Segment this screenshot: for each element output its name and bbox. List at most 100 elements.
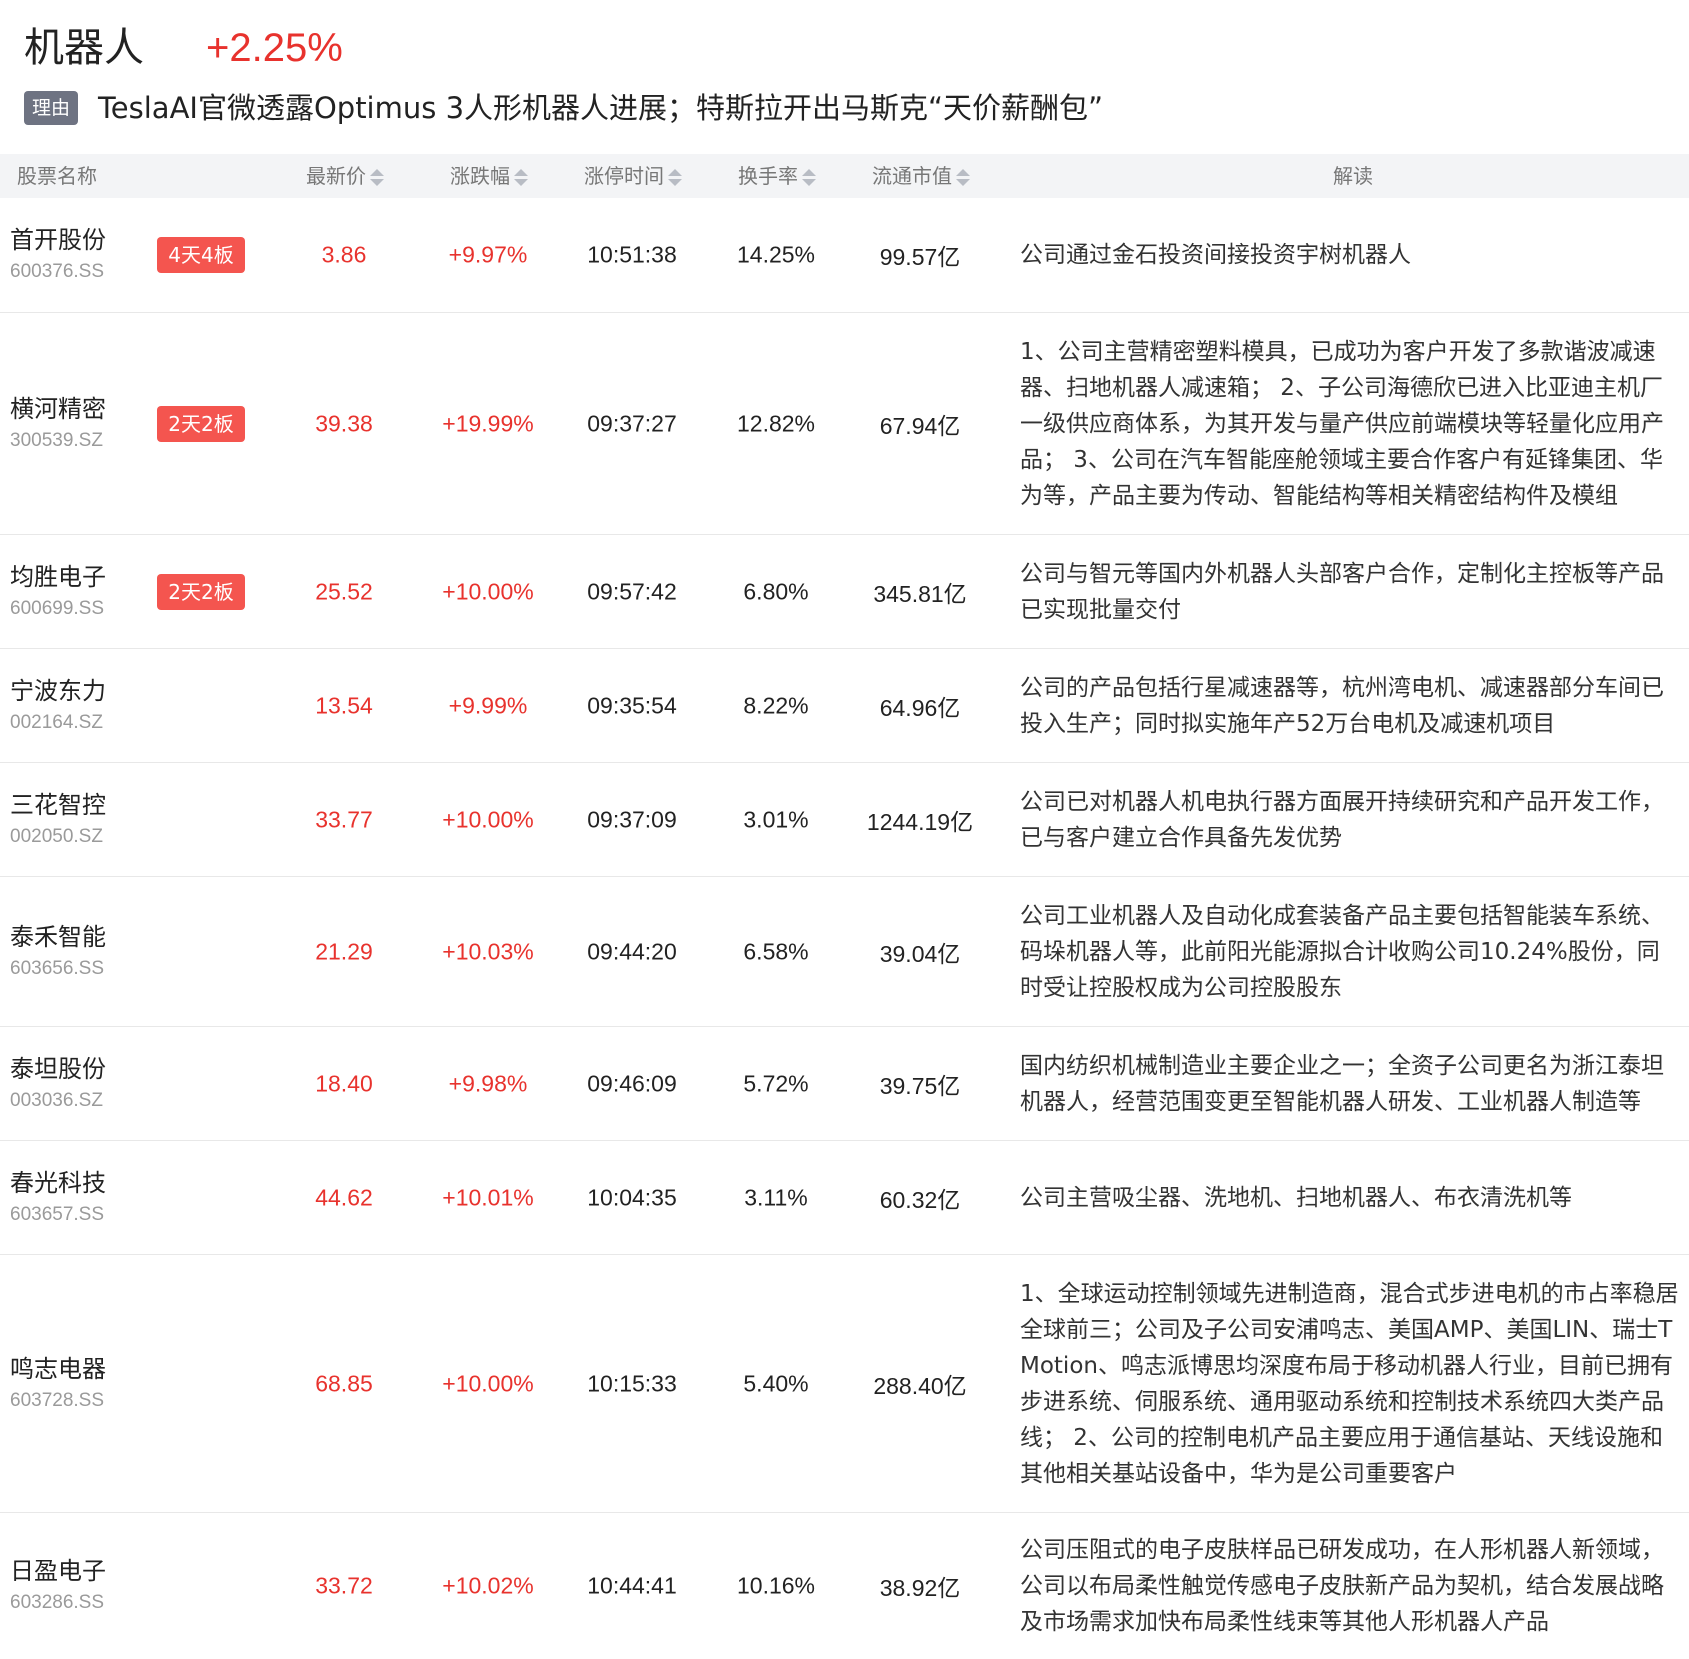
table-row[interactable]: 泰禾智能 603656.SS 21.29 +10.03% 09:44:20 6.… bbox=[0, 877, 1689, 1027]
change-percent: +19.99% bbox=[442, 410, 534, 436]
stock-name[interactable]: 春光科技 bbox=[10, 1166, 150, 1200]
stock-name-cell[interactable]: 三花智控 002050.SZ bbox=[10, 788, 150, 852]
column-header-limit-time[interactable]: 涨停时间 bbox=[584, 154, 682, 198]
float-market-cap: 64.96亿 bbox=[879, 694, 961, 721]
latest-price: 3.86 bbox=[321, 241, 367, 268]
float-market-cap: 38.92亿 bbox=[879, 1575, 961, 1601]
board-tag: 2天2板 bbox=[157, 405, 245, 442]
sort-icon[interactable] bbox=[668, 168, 682, 188]
change-percent: +9.99% bbox=[448, 692, 528, 718]
stock-code: 002164.SZ bbox=[10, 711, 103, 733]
stock-name-cell[interactable]: 泰禾智能 603656.SS bbox=[10, 920, 150, 984]
table-row[interactable]: 均胜电子 600699.SS 2天2板 25.52 +10.00% 09:57:… bbox=[0, 535, 1689, 649]
turnover-rate: 5.40% bbox=[743, 1370, 809, 1396]
table-row[interactable]: 日盈电子 603286.SS 33.72 +10.02% 10:44:41 10… bbox=[0, 1513, 1689, 1659]
latest-price: 13.54 bbox=[315, 692, 373, 718]
reason-text: TeslaAI官微透露Optimus 3人形机器人进展；特斯拉开出马斯克“天价薪… bbox=[98, 91, 1104, 125]
stock-name-cell[interactable]: 日盈电子 603286.SS bbox=[10, 1554, 150, 1618]
board-tag: 4天4板 bbox=[157, 237, 245, 273]
stock-desc: 国内纺织机械制造业主要企业之一；全资子公司更名为浙江泰坦机器人，经营范围变更至智… bbox=[1020, 1052, 1664, 1115]
stock-code: 603656.SS bbox=[10, 957, 105, 979]
sort-icon[interactable] bbox=[514, 168, 528, 188]
stock-code: 002050.SZ bbox=[10, 825, 103, 847]
board-tag: 2天2板 bbox=[157, 573, 245, 610]
stock-name[interactable]: 日盈电子 bbox=[10, 1554, 150, 1588]
stock-desc: 1、公司主营精密塑料模具，已成功为客户开发了多款谐波减速器、扫地机器人减速箱； … bbox=[1020, 338, 1664, 509]
stock-name[interactable]: 首开股份 bbox=[10, 223, 150, 257]
reason-tag: 理由 bbox=[24, 91, 78, 125]
change-percent: +9.97% bbox=[448, 241, 528, 268]
sector-header: 机器人 +2.25% 理由 TeslaAI官微透露Optimus 3人形机器人进… bbox=[0, 0, 1689, 150]
sort-icon[interactable] bbox=[370, 168, 384, 188]
turnover-rate: 6.58% bbox=[743, 938, 809, 964]
stock-desc: 公司主营吸尘器、洗地机、扫地机器人、布衣清洗机等 bbox=[1020, 1184, 1572, 1211]
table-row[interactable]: 春光科技 603657.SS 44.62 +10.01% 10:04:35 3.… bbox=[0, 1141, 1689, 1255]
column-header-desc: 解读 bbox=[1333, 164, 1373, 188]
stock-desc: 公司的产品包括行星减速器等，杭州湾电机、减速器部分车间已投入生产；同时拟实施年产… bbox=[1020, 674, 1664, 737]
turnover-rate: 3.01% bbox=[743, 806, 809, 832]
latest-price: 33.72 bbox=[315, 1572, 373, 1599]
limit-up-time: 10:04:35 bbox=[587, 1184, 677, 1210]
stock-name[interactable]: 鸣志电器 bbox=[10, 1352, 150, 1386]
stock-desc: 公司通过金石投资间接投资宇树机器人 bbox=[1020, 242, 1411, 268]
stock-name-cell[interactable]: 横河精密 300539.SZ bbox=[10, 392, 150, 456]
table-row[interactable]: 横河精密 300539.SZ 2天2板 39.38 +19.99% 09:37:… bbox=[0, 313, 1689, 535]
limit-up-time: 09:37:09 bbox=[587, 806, 677, 832]
limit-up-time: 09:44:20 bbox=[587, 938, 677, 964]
column-header-float-cap[interactable]: 流通市值 bbox=[872, 154, 970, 198]
sort-icon[interactable] bbox=[956, 168, 970, 188]
sort-icon[interactable] bbox=[802, 168, 816, 188]
limit-up-time: 10:44:41 bbox=[587, 1572, 677, 1599]
change-percent: +10.00% bbox=[442, 578, 534, 604]
change-percent: +10.00% bbox=[442, 806, 534, 832]
stock-name-cell[interactable]: 泰坦股份 003036.SZ bbox=[10, 1052, 150, 1116]
stock-name-cell[interactable]: 宁波东力 002164.SZ bbox=[10, 674, 150, 738]
change-percent: +10.02% bbox=[442, 1572, 534, 1599]
float-market-cap: 288.40亿 bbox=[873, 1372, 967, 1399]
limit-up-time: 09:35:54 bbox=[587, 692, 677, 718]
table-row[interactable]: 泰坦股份 003036.SZ 18.40 +9.98% 09:46:09 5.7… bbox=[0, 1027, 1689, 1141]
stock-code: 603286.SS bbox=[10, 1592, 105, 1613]
column-header-change[interactable]: 涨跌幅 bbox=[450, 154, 528, 198]
stock-name-cell[interactable]: 首开股份 600376.SS bbox=[10, 223, 150, 287]
stock-name[interactable]: 均胜电子 bbox=[10, 560, 150, 594]
stock-name[interactable]: 宁波东力 bbox=[10, 674, 150, 708]
float-market-cap: 99.57亿 bbox=[879, 244, 961, 270]
stock-code: 603728.SS bbox=[10, 1389, 105, 1411]
stock-desc: 公司工业机器人及自动化成套装备产品主要包括智能装车系统、码垛机器人等，此前阳光能… bbox=[1020, 902, 1664, 1001]
latest-price: 68.85 bbox=[315, 1370, 373, 1396]
table-row[interactable]: 首开股份 600376.SS 4天4板 3.86 +9.97% 10:51:38… bbox=[0, 198, 1689, 313]
stock-name-cell[interactable]: 鸣志电器 603728.SS bbox=[10, 1352, 150, 1416]
change-percent: +10.01% bbox=[442, 1184, 534, 1210]
float-market-cap: 60.32亿 bbox=[879, 1186, 961, 1213]
stock-desc: 1、全球运动控制领域先进制造商，混合式步进电机的市占率稳居全球前三；公司及子公司… bbox=[1020, 1280, 1679, 1487]
table-row[interactable]: 宁波东力 002164.SZ 13.54 +9.99% 09:35:54 8.2… bbox=[0, 649, 1689, 763]
table-header: 股票名称 最新价 涨跌幅 涨停时间 换手率 流通市值 解读 bbox=[0, 154, 1689, 198]
limit-up-time: 09:57:42 bbox=[587, 578, 677, 604]
stock-code: 300539.SZ bbox=[10, 429, 103, 451]
column-header-name: 股票名称 bbox=[17, 164, 97, 188]
float-market-cap: 345.81亿 bbox=[873, 580, 967, 607]
stock-desc: 公司与智元等国内外机器人头部客户合作，定制化主控板等产品已实现批量交付 bbox=[1020, 560, 1664, 623]
stock-name[interactable]: 三花智控 bbox=[10, 788, 150, 822]
stock-name[interactable]: 泰坦股份 bbox=[10, 1052, 150, 1086]
stock-code: 600699.SS bbox=[10, 597, 105, 619]
table-row[interactable]: 鸣志电器 603728.SS 68.85 +10.00% 10:15:33 5.… bbox=[0, 1255, 1689, 1513]
limit-up-time: 10:51:38 bbox=[587, 241, 677, 268]
turnover-rate: 5.72% bbox=[743, 1070, 809, 1096]
change-percent: +9.98% bbox=[448, 1070, 528, 1096]
stock-name[interactable]: 泰禾智能 bbox=[10, 920, 150, 954]
stock-name-cell[interactable]: 均胜电子 600699.SS bbox=[10, 560, 150, 624]
limit-up-time: 10:15:33 bbox=[587, 1370, 677, 1396]
stock-desc: 公司压阻式的电子皮肤样品已研发成功，在人形机器人新领域，公司以布局柔性触觉传感电… bbox=[1020, 1537, 1664, 1635]
column-header-turnover[interactable]: 换手率 bbox=[738, 154, 816, 198]
sector-name: 机器人 bbox=[24, 25, 144, 71]
stock-name[interactable]: 横河精密 bbox=[10, 392, 150, 426]
turnover-rate: 6.80% bbox=[743, 578, 809, 604]
stock-name-cell[interactable]: 春光科技 603657.SS bbox=[10, 1166, 150, 1230]
table-row[interactable]: 三花智控 002050.SZ 33.77 +10.00% 09:37:09 3.… bbox=[0, 763, 1689, 877]
stock-code: 603657.SS bbox=[10, 1203, 105, 1225]
latest-price: 33.77 bbox=[315, 806, 373, 832]
latest-price: 21.29 bbox=[315, 938, 373, 964]
column-header-price[interactable]: 最新价 bbox=[306, 154, 384, 198]
